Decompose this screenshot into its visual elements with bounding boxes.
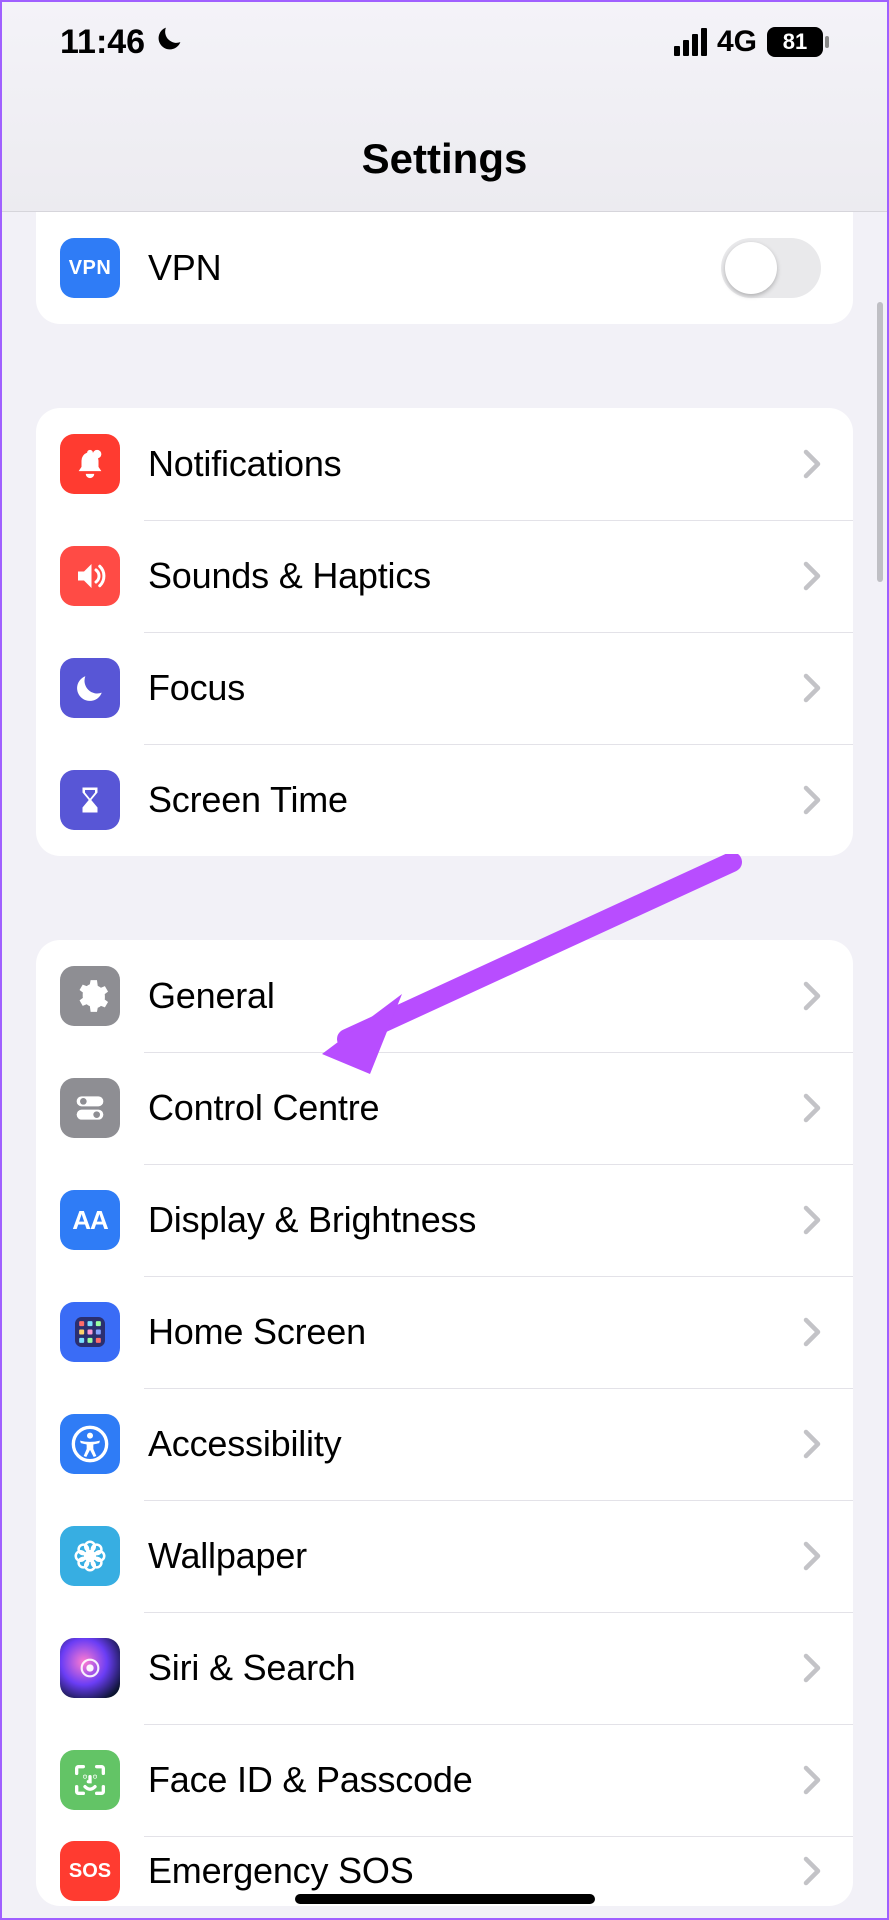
sos-icon: SOS [60, 1841, 120, 1901]
row-label: Home Screen [148, 1311, 803, 1353]
row-label: Screen Time [148, 779, 803, 821]
row-label: Notifications [148, 443, 803, 485]
faceid-icon [60, 1750, 120, 1810]
chevron-right-icon [803, 1205, 821, 1235]
row-label: Display & Brightness [148, 1199, 803, 1241]
accessibility-icon [60, 1414, 120, 1474]
moon-icon [60, 658, 120, 718]
chevron-right-icon [803, 449, 821, 479]
row-label: Emergency SOS [148, 1850, 803, 1892]
row-sounds[interactable]: Sounds & Haptics [36, 520, 853, 632]
status-time: 11:46 [60, 23, 145, 62]
battery-level: 81 [767, 27, 823, 57]
grid-icon [60, 1302, 120, 1362]
page-title: Settings [362, 135, 528, 183]
hourglass-icon [60, 770, 120, 830]
chevron-right-icon [803, 673, 821, 703]
bell-icon [60, 434, 120, 494]
row-siri[interactable]: Siri & Search [36, 1612, 853, 1724]
settings-list[interactable]: VPN VPN Notifications Sound [2, 212, 887, 1918]
gear-icon [60, 966, 120, 1026]
row-screentime[interactable]: Screen Time [36, 744, 853, 856]
row-label: Focus [148, 667, 803, 709]
section-device: General Control Centre AA Display & Brig… [36, 940, 853, 1906]
row-label: Sounds & Haptics [148, 555, 803, 597]
row-vpn[interactable]: VPN VPN [36, 212, 853, 324]
section-alerts: Notifications Sounds & Haptics Focus [36, 408, 853, 856]
row-focus[interactable]: Focus [36, 632, 853, 744]
chevron-right-icon [803, 1429, 821, 1459]
cellular-signal-icon [674, 28, 707, 56]
chevron-right-icon [803, 785, 821, 815]
chevron-right-icon [803, 1541, 821, 1571]
row-accessibility[interactable]: Accessibility [36, 1388, 853, 1500]
chevron-right-icon [803, 1765, 821, 1795]
status-bar: 11:46 4G 81 [2, 2, 887, 82]
chevron-right-icon [803, 1093, 821, 1123]
speaker-icon [60, 546, 120, 606]
row-wallpaper[interactable]: Wallpaper [36, 1500, 853, 1612]
scroll-indicator [877, 302, 883, 582]
row-controlcentre[interactable]: Control Centre [36, 1052, 853, 1164]
row-label: Siri & Search [148, 1647, 803, 1689]
status-left: 11:46 [60, 23, 185, 62]
row-notifications[interactable]: Notifications [36, 408, 853, 520]
row-faceid[interactable]: Face ID & Passcode [36, 1724, 853, 1836]
row-label: Accessibility [148, 1423, 803, 1465]
focus-moon-icon [155, 23, 185, 61]
siri-icon [60, 1638, 120, 1698]
home-indicator[interactable] [295, 1894, 595, 1904]
section-network: VPN VPN [36, 212, 853, 324]
row-homescreen[interactable]: Home Screen [36, 1276, 853, 1388]
vpn-toggle[interactable] [721, 238, 821, 298]
battery-icon: 81 [767, 27, 829, 57]
row-label: Control Centre [148, 1087, 803, 1129]
row-display[interactable]: AA Display & Brightness [36, 1164, 853, 1276]
row-label: Wallpaper [148, 1535, 803, 1577]
chevron-right-icon [803, 1653, 821, 1683]
aa-icon: AA [60, 1190, 120, 1250]
row-label: Face ID & Passcode [148, 1759, 803, 1801]
network-label: 4G [717, 25, 757, 59]
switches-icon [60, 1078, 120, 1138]
chevron-right-icon [803, 1317, 821, 1347]
chevron-right-icon [803, 561, 821, 591]
chevron-right-icon [803, 981, 821, 1011]
row-label: General [148, 975, 803, 1017]
vpn-icon: VPN [60, 238, 120, 298]
flower-icon [60, 1526, 120, 1586]
row-label: VPN [148, 247, 721, 289]
row-general[interactable]: General [36, 940, 853, 1052]
status-right: 4G 81 [674, 25, 829, 59]
device-frame: 11:46 4G 81 Settings VPN [0, 0, 889, 1920]
chevron-right-icon [803, 1856, 821, 1886]
